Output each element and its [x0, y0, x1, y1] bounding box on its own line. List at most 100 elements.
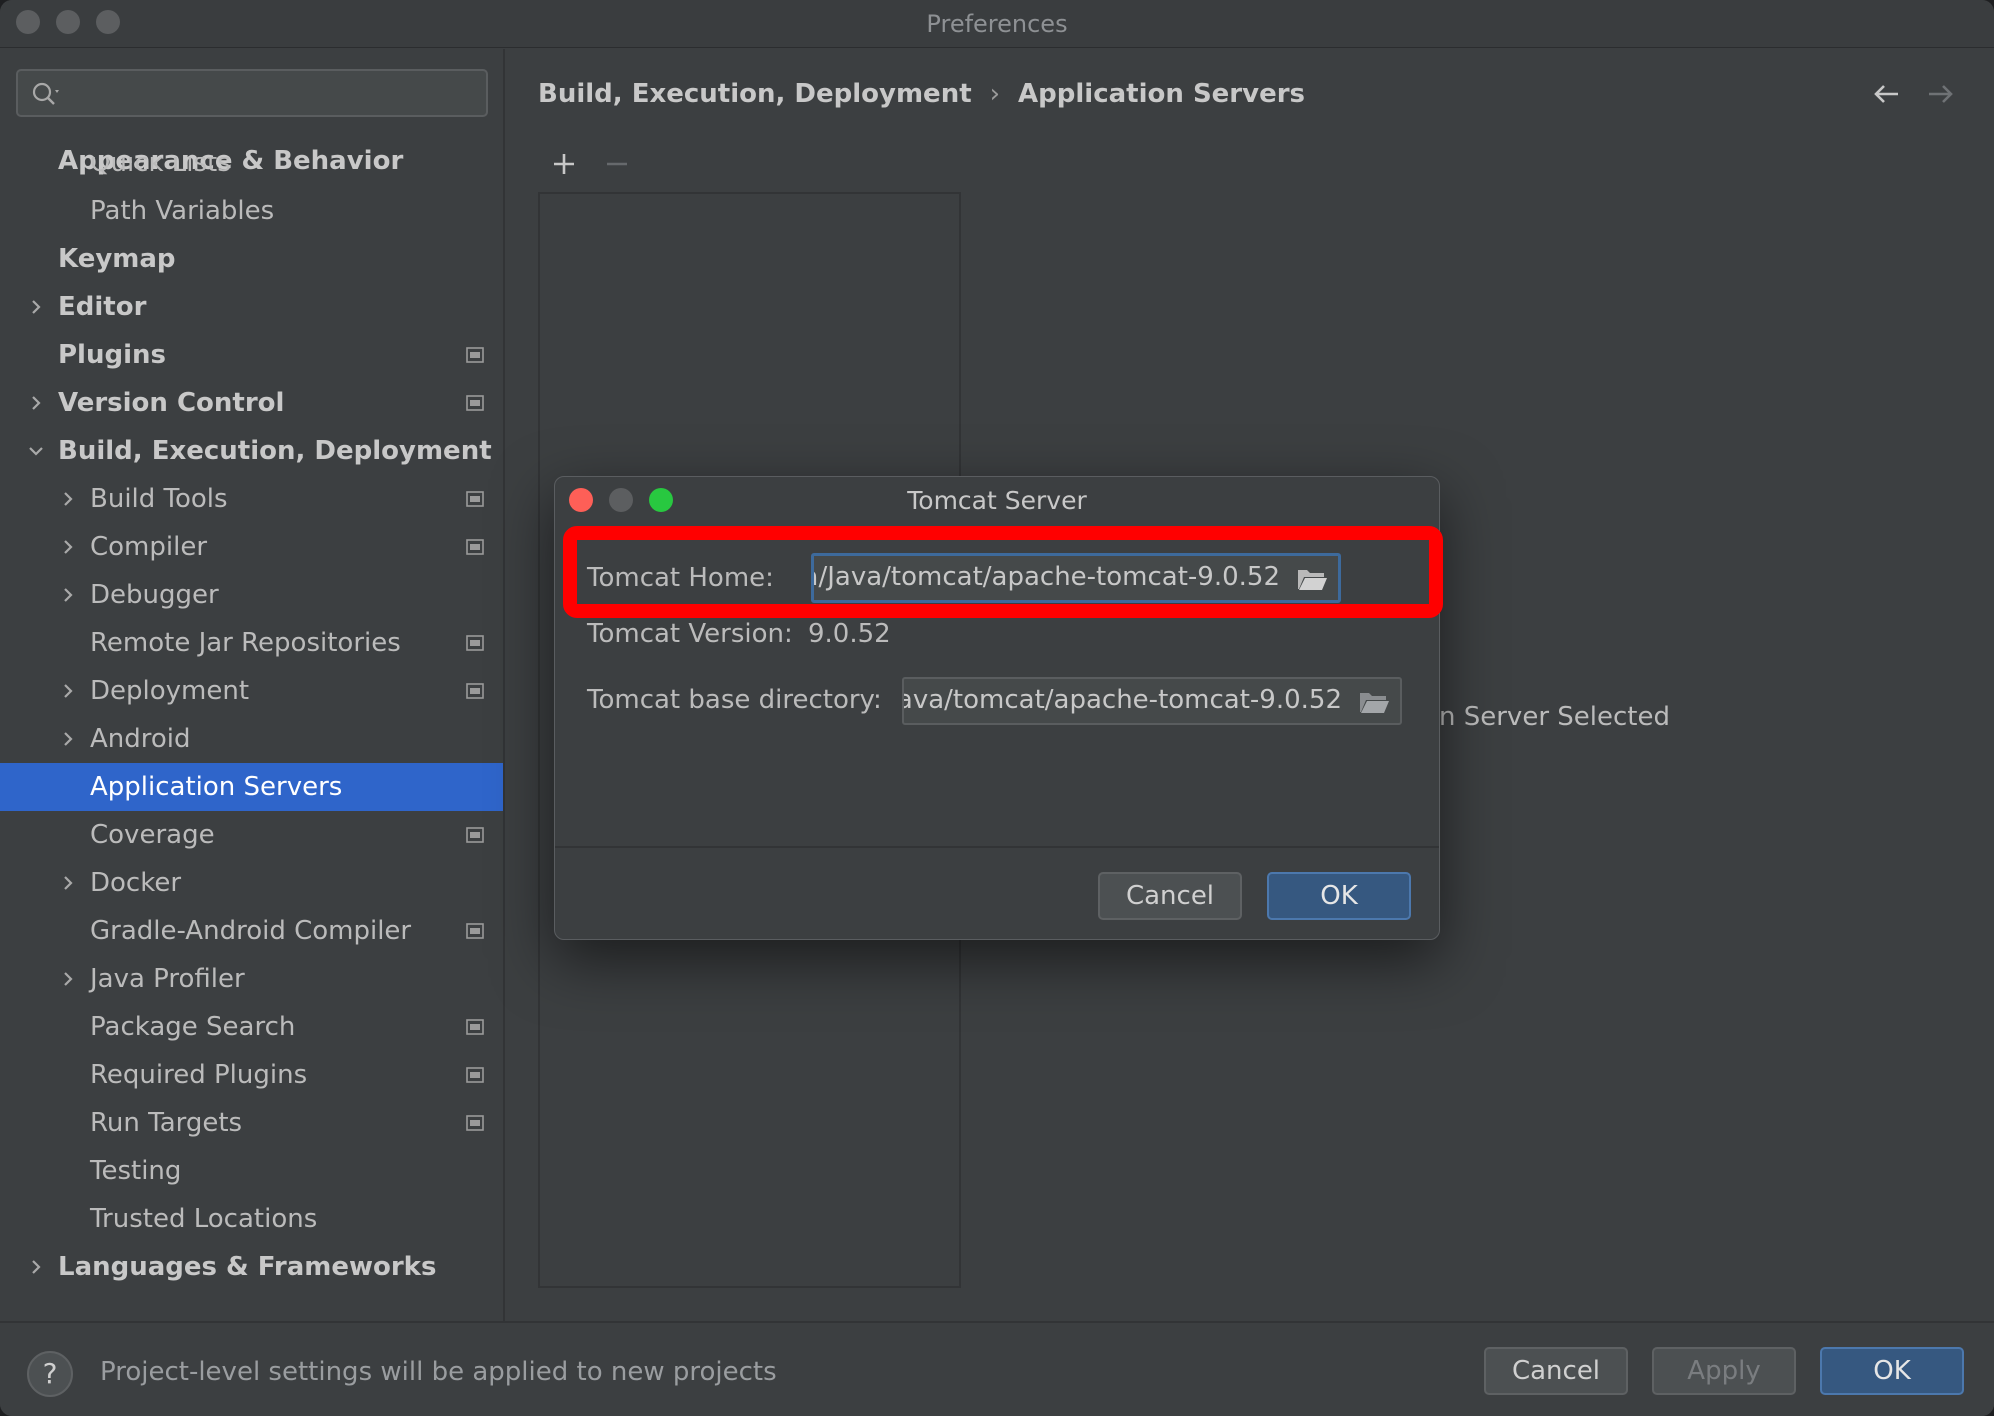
- sidebar-item-label: Coverage: [90, 820, 215, 850]
- chevron-right-icon[interactable]: [58, 873, 78, 893]
- forward-arrow-icon[interactable]: [1923, 77, 1957, 111]
- sidebar-item-label: Application Servers: [90, 772, 343, 802]
- chevron-right-icon[interactable]: [26, 393, 46, 413]
- bottom-bar: ? Project-level settings will be applied…: [0, 1321, 1994, 1416]
- title-bar: Preferences: [0, 0, 1994, 48]
- project-level-icon: [466, 491, 484, 507]
- sidebar-item-label: Trusted Locations: [90, 1204, 318, 1234]
- sidebar-item[interactable]: Remote Jar Repositories: [0, 619, 503, 667]
- sidebar-item-label: Docker: [90, 868, 182, 898]
- sidebar-item-label: Build, Execution, Deployment: [58, 436, 492, 466]
- chevron-right-icon[interactable]: [58, 537, 78, 557]
- sidebar-item-label: Editor: [58, 292, 147, 322]
- sidebar-item[interactable]: Android: [0, 715, 503, 763]
- search-icon: [32, 82, 59, 105]
- sidebar-item[interactable]: Quick Lists: [0, 157, 503, 179]
- sidebar-item[interactable]: Coverage: [0, 811, 503, 859]
- sidebar-item-label: Deployment: [90, 676, 250, 706]
- breadcrumb: Build, Execution, Deployment › Application…: [538, 79, 1305, 109]
- project-level-icon: [466, 827, 484, 843]
- sidebar-item-label: Path Variables: [90, 196, 275, 226]
- sidebar-item[interactable]: Languages & Frameworks: [0, 1243, 503, 1291]
- sidebar-item[interactable]: Compiler: [0, 523, 503, 571]
- dialog-divider: [555, 846, 1439, 848]
- tomcat-home-field[interactable]: ifufa/Java/tomcat/apache-tomcat-9.0.52: [811, 553, 1341, 603]
- sidebar-item[interactable]: Docker: [0, 859, 503, 907]
- sidebar-item-label: Gradle-Android Compiler: [90, 916, 412, 946]
- sidebar-item[interactable]: Gradle-Android Compiler: [0, 907, 503, 955]
- breadcrumb-separator: ›: [989, 79, 1001, 109]
- back-arrow-icon[interactable]: [1870, 77, 1904, 111]
- sidebar-item-label: Quick Lists: [90, 157, 231, 178]
- sidebar-item[interactable]: Build, Execution, Deployment: [0, 427, 503, 475]
- project-level-icon: [466, 347, 484, 363]
- tomcat-version-value: 9.0.52: [808, 619, 891, 649]
- sidebar-item[interactable]: Application Servers: [0, 763, 503, 811]
- help-button[interactable]: ?: [27, 1351, 73, 1397]
- project-level-icon: [466, 539, 484, 555]
- sidebar-item[interactable]: Keymap: [0, 235, 503, 283]
- chevron-right-icon[interactable]: [26, 1257, 46, 1277]
- project-level-icon: [466, 923, 484, 939]
- sidebar-item[interactable]: Build Tools: [0, 475, 503, 523]
- chevron-down-icon[interactable]: [26, 441, 46, 461]
- plus-icon: [554, 154, 574, 174]
- breadcrumb-current: Application Servers: [1018, 79, 1305, 109]
- sidebar-item[interactable]: Trusted Locations: [0, 1195, 503, 1243]
- sidebar-item[interactable]: Package Search: [0, 1003, 503, 1051]
- minus-icon: [607, 162, 627, 166]
- chevron-right-icon[interactable]: [58, 969, 78, 989]
- dialog-ok-button[interactable]: OK: [1267, 872, 1411, 920]
- sidebar-item[interactable]: Required Plugins: [0, 1051, 503, 1099]
- chevron-right-icon[interactable]: [58, 729, 78, 749]
- folder-icon[interactable]: [1358, 689, 1390, 715]
- sidebar-item[interactable]: Deployment: [0, 667, 503, 715]
- sidebar-item[interactable]: Java Profiler: [0, 955, 503, 1003]
- remove-server-button[interactable]: [602, 149, 632, 179]
- tomcat-base-directory-value: ava/tomcat/apache-tomcat-9.0.52: [902, 685, 1342, 715]
- project-level-icon: [466, 1019, 484, 1035]
- sidebar-item[interactable]: Version Control: [0, 379, 503, 427]
- sidebar-item[interactable]: Debugger: [0, 571, 503, 619]
- sidebar-item[interactable]: Path Variables: [0, 187, 503, 235]
- empty-state-text: n Server Selected: [1439, 702, 1670, 732]
- sidebar-item-label: Package Search: [90, 1012, 296, 1042]
- chevron-right-icon[interactable]: [58, 489, 78, 509]
- add-server-button[interactable]: [549, 149, 579, 179]
- sidebar-item-label: Languages & Frameworks: [58, 1252, 437, 1282]
- chevron-right-icon[interactable]: [26, 297, 46, 317]
- tomcat-server-dialog: Tomcat Server Tomcat Home: ifufa/Java/to…: [554, 476, 1440, 940]
- sidebar-item-label: Android: [90, 724, 191, 754]
- sidebar-item[interactable]: Plugins: [0, 331, 503, 379]
- project-level-icon: [466, 683, 484, 699]
- sidebar-item-label: Java Profiler: [90, 964, 245, 994]
- search-input[interactable]: [16, 69, 488, 117]
- ok-button[interactable]: OK: [1820, 1347, 1964, 1395]
- sidebar-item[interactable]: Testing: [0, 1147, 503, 1195]
- project-level-icon: [466, 395, 484, 411]
- sidebar-item-label: Required Plugins: [90, 1060, 308, 1090]
- apply-button[interactable]: Apply: [1652, 1347, 1796, 1395]
- sidebar-item-label: Plugins: [58, 340, 166, 370]
- chevron-right-icon[interactable]: [58, 585, 78, 605]
- tomcat-home-value: ifufa/Java/tomcat/apache-tomcat-9.0.52: [811, 562, 1280, 592]
- tomcat-base-directory-label: Tomcat base directory:: [587, 685, 882, 715]
- preferences-window: Preferences Appearance & Behavior Quick L…: [0, 0, 1994, 1416]
- settings-sidebar: Appearance & Behavior Quick Lists Path Var…: [0, 49, 505, 1321]
- chevron-right-icon[interactable]: [58, 681, 78, 701]
- sidebar-item[interactable]: Editor: [0, 283, 503, 331]
- dialog-title: Tomcat Server: [907, 486, 1087, 515]
- folder-icon[interactable]: [1296, 566, 1328, 592]
- tomcat-base-directory-field[interactable]: ava/tomcat/apache-tomcat-9.0.52: [902, 677, 1402, 725]
- sidebar-item-label: Remote Jar Repositories: [90, 628, 401, 658]
- dialog-cancel-button[interactable]: Cancel: [1098, 872, 1242, 920]
- project-level-icon: [466, 1067, 484, 1083]
- cancel-button[interactable]: Cancel: [1484, 1347, 1628, 1395]
- tomcat-version-label: Tomcat Version:: [587, 619, 793, 649]
- sidebar-item-label: Compiler: [90, 532, 208, 562]
- project-level-icon: [466, 635, 484, 651]
- sidebar-item-label: Run Targets: [90, 1108, 243, 1138]
- window-title: Preferences: [926, 10, 1068, 38]
- breadcrumb-parent[interactable]: Build, Execution, Deployment: [538, 79, 972, 109]
- sidebar-item[interactable]: Run Targets: [0, 1099, 503, 1147]
